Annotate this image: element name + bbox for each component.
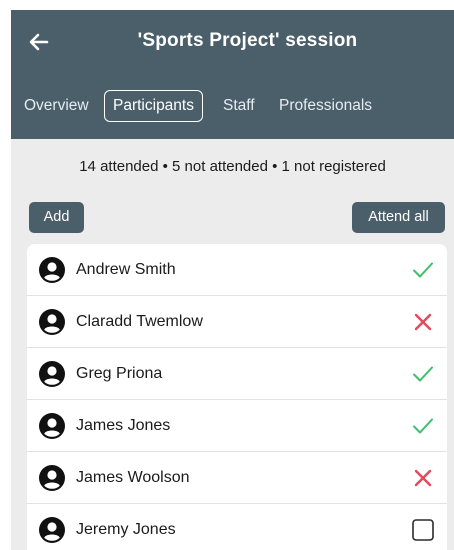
cross-icon[interactable] xyxy=(411,466,435,490)
checkmark-icon[interactable] xyxy=(411,362,435,386)
participant-name: Jeremy Jones xyxy=(76,521,176,538)
tab-overview[interactable]: Overview xyxy=(24,90,89,122)
avatar-icon xyxy=(39,361,65,387)
app-header: 'Sports Project' session Overview Partic… xyxy=(11,10,454,139)
participant-row[interactable]: Claradd Twemlow xyxy=(27,296,447,348)
participant-row[interactable]: Greg Priona xyxy=(27,348,447,400)
participant-name: James Woolson xyxy=(76,469,190,486)
attend-all-button[interactable]: Attend all xyxy=(352,202,445,233)
avatar-icon xyxy=(39,465,65,491)
participant-row[interactable]: Andrew Smith xyxy=(27,244,447,296)
participant-list: Andrew Smith Claradd Twemlow Greg Priona Ja… xyxy=(27,244,447,550)
participant-row[interactable]: James Woolson xyxy=(27,452,447,504)
participant-name: Claradd Twemlow xyxy=(76,313,203,330)
avatar-icon xyxy=(39,309,65,335)
participant-name: James Jones xyxy=(76,417,171,434)
checkmark-icon[interactable] xyxy=(411,414,435,438)
avatar-icon xyxy=(39,257,65,283)
attendance-summary: 14 attended • 5 not attended • 1 not reg… xyxy=(79,158,386,175)
cross-icon[interactable] xyxy=(411,310,435,334)
page-title: 'Sports Project' session xyxy=(137,30,358,51)
avatar-icon xyxy=(39,517,65,543)
tab-professionals[interactable]: Professionals xyxy=(279,90,372,122)
arrow-left-icon xyxy=(29,33,49,51)
participant-name: Greg Priona xyxy=(76,365,163,382)
session-screen: 'Sports Project' session Overview Partic… xyxy=(11,10,454,550)
participant-row[interactable]: Jeremy Jones xyxy=(27,504,447,550)
tab-staff[interactable]: Staff xyxy=(223,90,255,122)
avatar-icon xyxy=(39,413,65,439)
tab-bar: Overview Participants Staff Professional… xyxy=(11,90,454,122)
tab-participants[interactable]: Participants xyxy=(104,90,203,122)
participant-row[interactable]: James Jones xyxy=(27,400,447,452)
participant-name: Andrew Smith xyxy=(76,261,176,278)
checkmark-icon[interactable] xyxy=(411,258,435,282)
add-button[interactable]: Add xyxy=(29,202,84,233)
empty-checkbox-icon[interactable] xyxy=(411,518,435,542)
back-button[interactable] xyxy=(25,28,53,56)
